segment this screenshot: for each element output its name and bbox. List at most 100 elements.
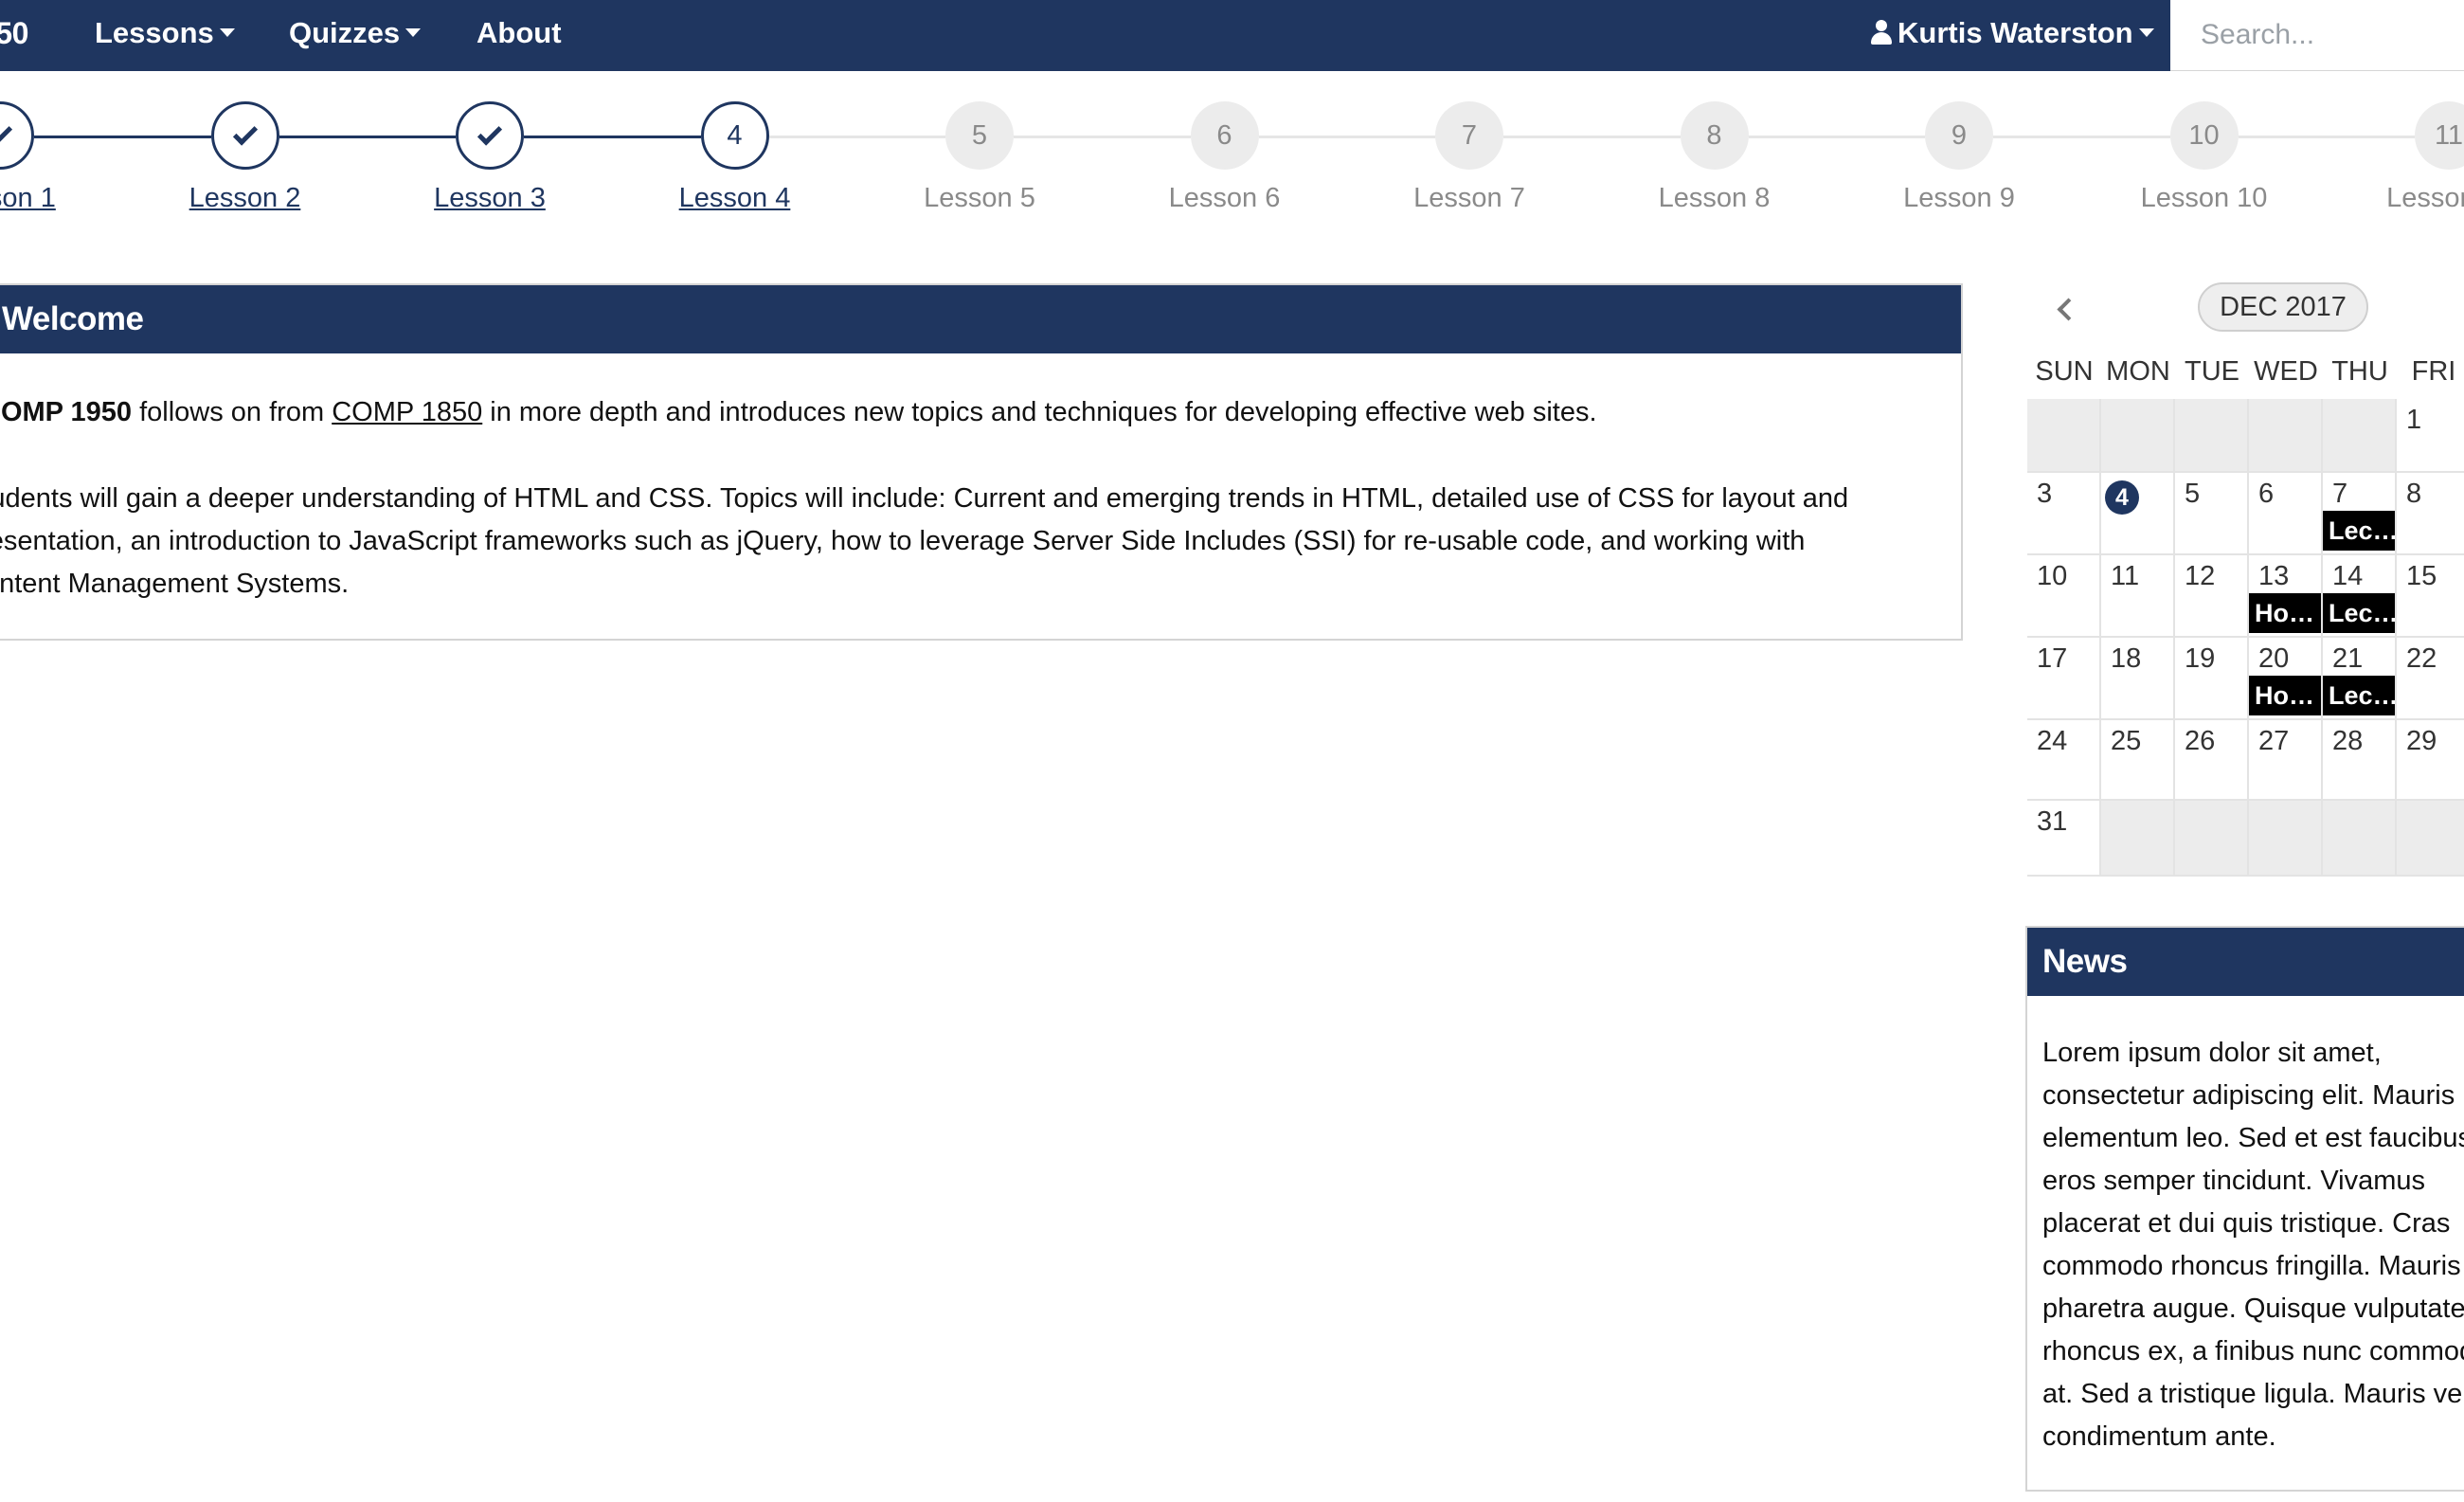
day-number: 11 (2111, 561, 2140, 591)
calendar-day-17[interactable]: 17 (2027, 638, 2101, 720)
nav-about-link[interactable]: About (477, 16, 562, 50)
calendar-day-19[interactable]: 19 (2175, 638, 2249, 720)
step-label-lesson-5: Lesson 5 (924, 183, 1035, 213)
day-number: 19 (2185, 643, 2216, 674)
caret-down-icon (405, 28, 422, 38)
news-line: elementum leo. Sed et est faucibus (2042, 1123, 2464, 1153)
calendar-day-29[interactable]: 29 (2397, 720, 2464, 801)
step-label-lesson-3[interactable]: Lesson 3 (386, 183, 594, 214)
calendar-day-18[interactable]: 18 (2101, 638, 2175, 720)
calendar-day-13[interactable]: 13 Ho… (2249, 555, 2323, 638)
calendar-prev-icon[interactable] (2051, 292, 2077, 324)
calendar-day-1[interactable]: 1 (2397, 399, 2464, 473)
lesson-progress-stepper: Lesson 1 Lesson 2 Lesson 3 4 Lesson 4 5 Lesson… (0, 71, 2464, 232)
calendar-empty-cell (2175, 801, 2249, 877)
calendar-day-6[interactable]: 6 (2249, 473, 2323, 555)
calendar-day-20[interactable]: 20 Ho… (2249, 638, 2323, 720)
step-circle-lesson-3[interactable] (456, 101, 524, 170)
day-number: 12 (2185, 561, 2216, 591)
step-number: 4 (727, 119, 743, 151)
calendar-day-3[interactable]: 3 (2027, 473, 2101, 555)
intro-text-end: in more depth and introduces new topics … (482, 397, 1597, 427)
step-connector (1014, 136, 1191, 138)
calendar-day-28[interactable]: 28 (2323, 720, 2397, 801)
calendar-day-12[interactable]: 12 (2175, 555, 2249, 638)
welcome-body: COMP 1950 follows on from COMP 1850 in m… (0, 353, 1961, 606)
calendar-day-14[interactable]: 14 Lec… (2323, 555, 2397, 638)
news-panel: News Lorem ipsum dolor sit amet, consecte… (2025, 926, 2464, 1492)
day-number: 21 (2332, 643, 2364, 674)
day-number: 8 (2406, 479, 2422, 509)
calendar-event[interactable]: Ho… (2249, 593, 2321, 633)
weekday-fri: FRI (2411, 356, 2456, 387)
course-code: COMP 1950 (0, 397, 133, 427)
calendar-event[interactable]: Ho… (2249, 676, 2321, 715)
day-number: 28 (2332, 726, 2364, 756)
intro-text: follows on from (132, 397, 333, 427)
day-number: 18 (2111, 643, 2142, 674)
calendar-empty-cell (2101, 399, 2175, 473)
description-line: Content Management Systems. (0, 569, 350, 599)
day-number: 7 (2332, 479, 2348, 509)
step-connector (2238, 136, 2415, 138)
step-connector (1258, 136, 1435, 138)
step-connector (524, 136, 701, 138)
weekday-wed: WED (2254, 356, 2318, 387)
step-label-lesson-1[interactable]: Lesson 1 (0, 183, 104, 214)
calendar-empty-cell (2249, 399, 2323, 473)
calendar-day-31[interactable]: 31 (2027, 801, 2101, 877)
brand-title[interactable]: 950 (0, 16, 28, 51)
calendar-empty-cell (2323, 399, 2397, 473)
day-number: 29 (2406, 726, 2437, 756)
calendar-day-11[interactable]: 11 (2101, 555, 2175, 638)
nav-lessons-menu[interactable]: Lessons (95, 16, 235, 50)
news-line: eros semper tincidunt. Vivamus (2042, 1166, 2426, 1196)
step-label-lesson-9: Lesson 9 (1903, 183, 2015, 213)
calendar-day-24[interactable]: 24 (2027, 720, 2101, 801)
search-input[interactable] (2170, 0, 2464, 71)
step-label-lesson-2[interactable]: Lesson 2 (141, 183, 350, 214)
step-label-lesson-10: Lesson 10 (2140, 183, 2268, 213)
step-label-lesson-11: Lesson 11 (2386, 183, 2464, 213)
step-number: 9 (1951, 119, 1968, 151)
user-name: Kurtis Waterston (1897, 16, 2133, 49)
user-icon (1871, 19, 1892, 45)
calendar-day-5[interactable]: 5 (2175, 473, 2249, 555)
nav-quizzes-label: Quizzes (289, 16, 401, 49)
weekday-tue: TUE (2185, 356, 2239, 387)
calendar-empty-cell (2175, 399, 2249, 473)
calendar-day-4[interactable]: 4 (2101, 473, 2175, 555)
calendar-event[interactable]: Lec… (2323, 511, 2395, 551)
step-circle-lesson-4[interactable]: 4 (700, 101, 769, 170)
nav-quizzes-menu[interactable]: Quizzes (289, 16, 422, 50)
calendar-day-25[interactable]: 25 (2101, 720, 2175, 801)
step-circle-lesson-1[interactable] (0, 101, 34, 170)
calendar-day-7[interactable]: 7 Lec… (2323, 473, 2397, 555)
calendar-event[interactable]: Lec… (2323, 676, 2395, 715)
calendar-day-21[interactable]: 21 Lec… (2323, 638, 2397, 720)
step-label-lesson-4[interactable]: Lesson 4 (631, 183, 839, 214)
step-circle-lesson-5: 5 (945, 101, 1014, 170)
step-number: 8 (1706, 119, 1722, 151)
calendar-month-label[interactable]: DEC 2017 (2198, 282, 2368, 332)
step-circle-lesson-2[interactable] (210, 101, 279, 170)
step-circle-lesson-7: 7 (1435, 101, 1503, 170)
caret-down-icon (219, 28, 235, 38)
calendar-event[interactable]: Lec… (2323, 593, 2395, 633)
calendar-day-26[interactable]: 26 (2175, 720, 2249, 801)
calendar-day-8[interactable]: 8 (2397, 473, 2464, 555)
user-menu[interactable]: Kurtis Waterston (1871, 16, 2154, 50)
calendar-day-27[interactable]: 27 (2249, 720, 2323, 801)
step-circle-lesson-6: 6 (1190, 101, 1259, 170)
day-number: 17 (2037, 643, 2068, 674)
day-number: 26 (2185, 726, 2216, 756)
calendar-day-10[interactable]: 10 (2027, 555, 2101, 638)
calendar-day-22[interactable]: 22 (2397, 638, 2464, 720)
calendar-day-15[interactable]: 15 (2397, 555, 2464, 638)
news-body: Lorem ipsum dolor sit amet, consectetur a… (2027, 996, 2464, 1458)
day-number: 14 (2332, 561, 2364, 591)
calendar-empty-cell (2101, 801, 2175, 877)
day-number: 6 (2258, 479, 2275, 509)
day-number: 10 (2037, 561, 2068, 591)
comp-1850-link[interactable]: COMP 1850 (332, 397, 482, 427)
